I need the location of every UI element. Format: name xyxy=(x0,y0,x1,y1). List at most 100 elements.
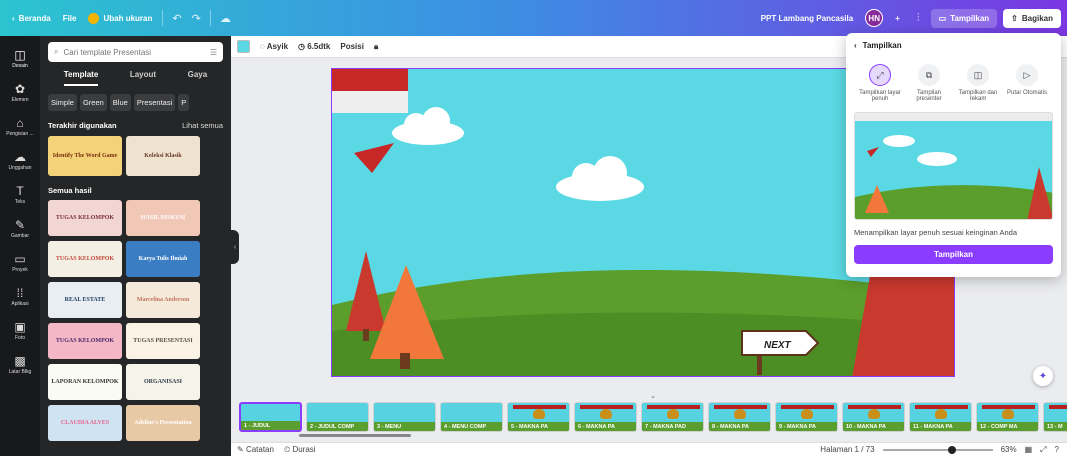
page-thumbnail[interactable]: 2 - JUDUL COMP xyxy=(306,402,369,432)
template-thumbnail[interactable]: LAPORAN KELOMPOK xyxy=(48,364,122,400)
zoom-level[interactable]: 63% xyxy=(1001,445,1017,454)
cloud-save-icon[interactable]: ☁ xyxy=(215,12,236,25)
fullscreen-icon[interactable]: ⤢ xyxy=(1040,445,1046,455)
page-thumbnail[interactable]: 9 - MAKNA PA xyxy=(775,402,838,432)
page-thumbnail[interactable]: 12 - COMP MA xyxy=(976,402,1039,432)
template-thumbnail[interactable]: Marcelina Anderson xyxy=(126,282,200,318)
present-option[interactable]: ▷ Putar Otomatis xyxy=(1005,64,1049,102)
page-thumbnail[interactable]: 10 - MAKNA PA xyxy=(842,402,905,432)
rail-item-proyek[interactable]: ▭ Proyek xyxy=(0,246,40,280)
position-button[interactable]: Posisi xyxy=(340,42,364,51)
share-button[interactable]: ⇧ Bagikan xyxy=(1003,8,1061,28)
page-thumbnail[interactable]: 4 - MENU COMP xyxy=(440,402,503,432)
template-thumbnail[interactable]: TUGAS KELOMPOK xyxy=(48,241,122,277)
page-thumbnail[interactable]: 7 - MAKNA PAD xyxy=(641,402,704,432)
draw-icon: ✎ xyxy=(14,218,26,232)
template-thumbnail[interactable]: TUGAS KELOMPOK xyxy=(48,323,122,359)
rail-item-elemen[interactable]: ✿ Elemen xyxy=(0,76,40,110)
page-thumbnail[interactable]: 8 - MAKNA PA xyxy=(708,402,771,432)
template-thumbnail[interactable]: REAL ESTATE xyxy=(48,282,122,318)
notes-button[interactable]: ✎ Catatan xyxy=(237,445,274,454)
template-thumbnail[interactable]: CLAUDIA ALVES xyxy=(48,405,122,441)
search-icon: ⌕ xyxy=(54,47,59,56)
template-thumbnail[interactable]: TUGAS KELOMPOK xyxy=(48,200,122,236)
rail-item-latar-blkg[interactable]: ▩ Latar Blkg xyxy=(0,348,40,382)
template-thumbnail[interactable]: Adeline's Presentation xyxy=(126,405,200,441)
back-icon[interactable]: ‹ xyxy=(854,41,857,50)
page-indicator[interactable]: Halaman 1 / 73 xyxy=(820,445,874,454)
template-thumbnail[interactable]: ORGANISASI xyxy=(126,364,200,400)
divider xyxy=(209,10,211,26)
page-thumbnail[interactable]: 6 - MAKNA PA xyxy=(574,402,637,432)
present-option[interactable]: ⧉ Tampilan presenter xyxy=(907,64,951,102)
page-thumbnail-label: 8 - MAKNA PA xyxy=(712,424,749,430)
undo-icon[interactable]: ↶ xyxy=(167,12,186,25)
avatar[interactable]: HN xyxy=(865,9,884,27)
present-options: ⤢ Tampilkan layar penuh ⧉ Tampilan presente… xyxy=(854,64,1053,102)
invite-button[interactable]: + xyxy=(889,10,906,27)
recent-template[interactable]: Koleksi Klasik xyxy=(126,136,200,176)
duration-button[interactable]: ⏲ Durasi xyxy=(284,445,316,455)
present-button[interactable]: ▭ Tampilkan xyxy=(930,8,998,28)
tab-template[interactable]: Template xyxy=(63,70,99,86)
fullscreen-icon: ⤢ xyxy=(869,64,891,86)
grid-view-icon[interactable]: ▦ xyxy=(1025,445,1033,454)
magic-assistant-button[interactable]: ✦ xyxy=(1033,366,1053,386)
search-box[interactable]: ⌕ ☰ xyxy=(48,42,223,62)
filmstrip: ⌄ 1 - JUDUL 2 - JUDUL COMP 3 - MENU 4 - MEN… xyxy=(239,392,1067,440)
rail-item-label: Gambar xyxy=(10,233,30,239)
analytics-icon[interactable]: ⫶ xyxy=(912,12,925,25)
file-menu[interactable]: File xyxy=(57,10,83,27)
chevron-down-icon[interactable]: ⌄ xyxy=(640,392,666,400)
present-option[interactable]: ⤢ Tampilkan layar penuh xyxy=(858,64,902,102)
rail-item-aplikasi[interactable]: ⁞⁞ Aplikasi xyxy=(0,280,40,314)
collapse-panel-button[interactable]: ‹ xyxy=(231,230,239,264)
chip-simple[interactable]: Simple xyxy=(48,94,77,111)
search-input[interactable] xyxy=(63,47,205,57)
timing-button[interactable]: ◷ 6.5dtk xyxy=(298,42,330,51)
rail-item-label: Teks xyxy=(14,199,26,205)
divider xyxy=(162,10,164,26)
lock-icon[interactable]: 🔒︎ xyxy=(374,42,378,52)
color-swatch[interactable] xyxy=(237,40,250,53)
rail-item-teks[interactable]: T Teks xyxy=(0,178,40,212)
see-all-link[interactable]: Lihat semua xyxy=(182,121,223,130)
all-results-title: Semua hasil xyxy=(48,186,92,195)
animate-button[interactable]: ◌ Asyik xyxy=(260,42,288,51)
notes-icon: ✎ xyxy=(237,445,246,454)
present-confirm-button[interactable]: Tampilkan xyxy=(854,245,1053,264)
zoom-knob[interactable] xyxy=(947,445,956,454)
chip-blue[interactable]: Blue xyxy=(109,94,131,111)
chip-more[interactable]: P xyxy=(178,94,190,111)
rail-item-pengisian[interactable]: ⌂ Pengisian ... xyxy=(0,110,40,144)
page-thumbnail[interactable]: 3 - MENU xyxy=(373,402,436,432)
rail-item-gambar[interactable]: ✎ Gambar xyxy=(0,212,40,246)
page-thumbnail[interactable]: 11 - MAKNA PA xyxy=(909,402,972,432)
page-thumbnail[interactable]: 13 - M xyxy=(1043,402,1067,432)
redo-icon[interactable]: ↷ xyxy=(187,12,206,25)
page-thumbnail[interactable]: 1 - JUDUL xyxy=(239,402,302,432)
template-thumbnail[interactable]: TUGAS PRESENTASI xyxy=(126,323,200,359)
template-thumbnail[interactable]: HASIL DISKUSI xyxy=(126,200,200,236)
rail-item-desain[interactable]: ◫ Desain xyxy=(0,42,40,76)
home-button[interactable]: ‹ Beranda xyxy=(6,10,57,27)
recent-template[interactable]: Identify The Word Game xyxy=(48,136,122,176)
tab-layout[interactable]: Layout xyxy=(130,70,156,86)
rail-item-label: Aplikasi xyxy=(11,301,29,307)
chip-green[interactable]: Green xyxy=(79,94,107,111)
help-button[interactable]: ? xyxy=(1055,445,1059,454)
chip-presentasi[interactable]: Presentasi xyxy=(133,94,176,111)
template-thumbnail[interactable]: Karya Tulis Ilmiah xyxy=(126,241,200,277)
rail-item-foto[interactable]: ▣ Foto xyxy=(0,314,40,348)
present-option[interactable]: ◫ Tampilkan dan rekam xyxy=(956,64,1000,102)
popover-title: Tampilkan xyxy=(862,41,902,50)
zoom-slider[interactable] xyxy=(882,445,993,454)
rail-item-unggahan[interactable]: ☁ Unggahan xyxy=(0,144,40,178)
resize-button[interactable]: Ubah ukuran xyxy=(82,9,158,28)
filmstrip-scrollbar[interactable] xyxy=(299,434,411,437)
filter-icon[interactable]: ☰ xyxy=(210,48,217,57)
thumbnail-banner xyxy=(1049,405,1067,409)
document-title[interactable]: PPT Lambang Pancasila xyxy=(755,10,859,27)
tab-gaya[interactable]: Gaya xyxy=(188,70,208,86)
page-thumbnail[interactable]: 5 - MAKNA PA xyxy=(507,402,570,432)
